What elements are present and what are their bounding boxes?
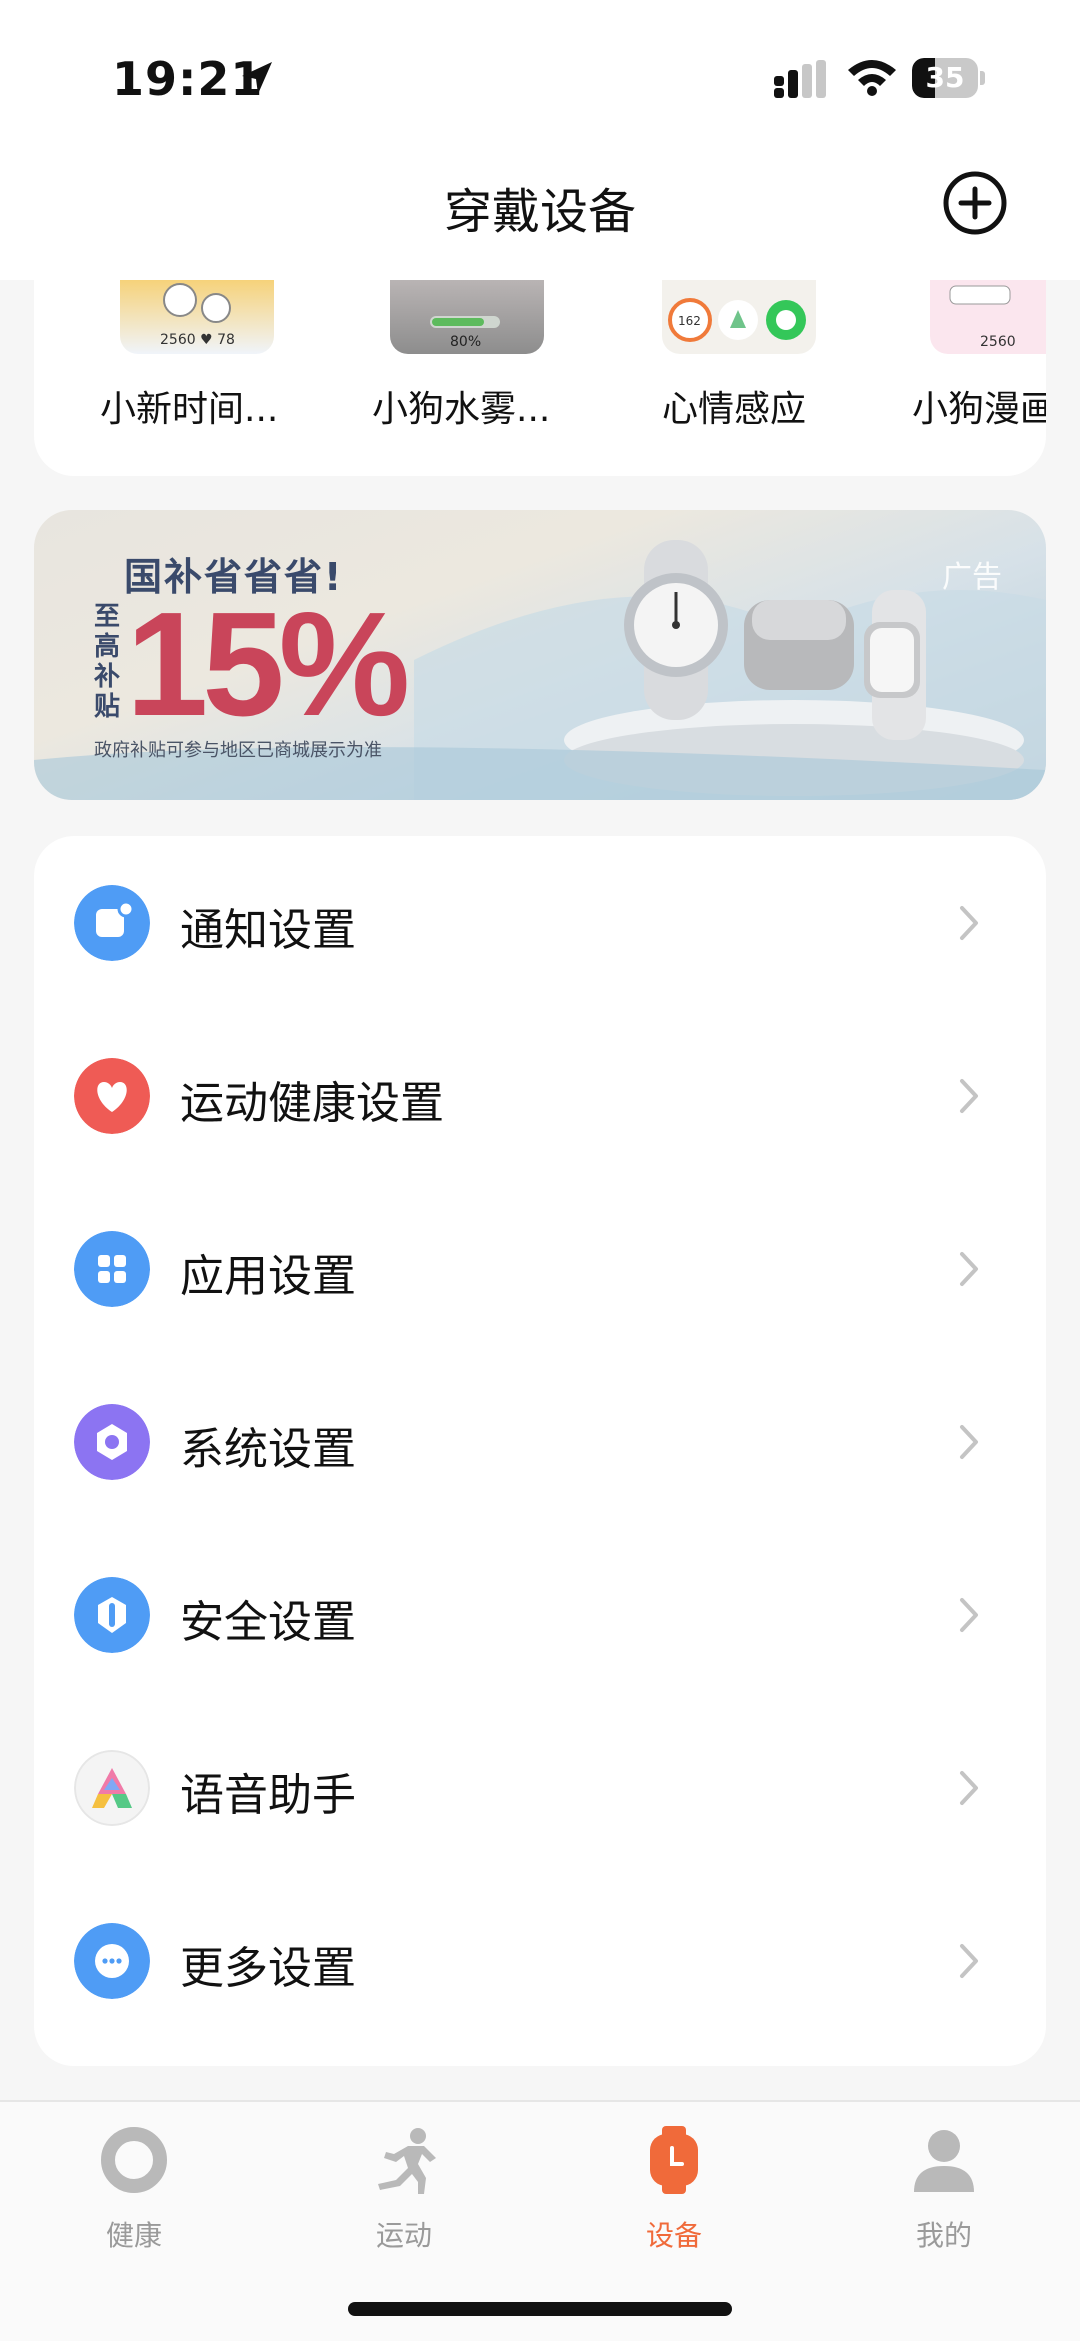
- product-watch-earbuds-image: [624, 540, 926, 740]
- chevron-right-icon: [960, 1598, 978, 1632]
- apps-grid-icon: [74, 1231, 150, 1307]
- settings-item-sport-health[interactable]: 运动健康设置: [34, 1009, 1046, 1182]
- tab-health[interactable]: 健康: [54, 2124, 214, 2254]
- health-ring-icon: [101, 2127, 167, 2193]
- watch-face-thumbnail[interactable]: 162: [662, 280, 816, 354]
- watch-face-thumbnail[interactable]: 80%: [390, 280, 544, 354]
- location-arrow-icon: [242, 62, 272, 94]
- settings-item-label: 更多设置: [180, 1943, 356, 1994]
- watch-face-label[interactable]: 小新时间...: [100, 380, 278, 432]
- settings-item-label: 应用设置: [180, 1251, 356, 1302]
- tab-label: 设备: [645, 2219, 702, 2252]
- chevron-right-icon: [960, 1079, 978, 1113]
- watch-face-preview: 2560 ♥ 78: [160, 283, 235, 348]
- settings-item-system[interactable]: 系统设置: [34, 1355, 1046, 1528]
- running-icon: [378, 2128, 436, 2194]
- system-gear-icon: [74, 1404, 150, 1480]
- page-header: 穿戴设备: [0, 150, 1080, 280]
- tab-profile[interactable]: 我的: [864, 2124, 1024, 2254]
- ad-tag: 广告: [942, 560, 1002, 595]
- settings-item-more[interactable]: 更多设置: [34, 1874, 1046, 2047]
- watch-face-preview: 162: [668, 298, 806, 342]
- settings-item-label: 语音助手: [180, 1770, 356, 1821]
- tab-sport[interactable]: 运动: [324, 2124, 484, 2254]
- tab-label: 健康: [105, 2219, 162, 2252]
- banner-side-text: 至高补贴: [94, 602, 121, 722]
- wifi-icon: [848, 60, 896, 96]
- watch-face-label[interactable]: 心情感应: [662, 380, 806, 432]
- face-thumb-text: 80%: [450, 334, 481, 350]
- settings-item-label: 运动健康设置: [180, 1078, 444, 1129]
- settings-item-apps[interactable]: 应用设置: [34, 1182, 1046, 1355]
- settings-item-notification[interactable]: 通知设置: [34, 836, 1046, 1009]
- watch-icon: [650, 2126, 698, 2194]
- watch-face-preview: 2560: [949, 285, 1016, 350]
- page-title: 穿戴设备: [443, 184, 636, 240]
- heart-icon: [74, 1058, 150, 1134]
- promo-banner[interactable]: 国补省省省! 至高补贴 15% 政府补贴可参与地区已商城展示为准 广告: [34, 510, 1046, 800]
- face-thumb-text: 2560: [980, 334, 1016, 350]
- settings-item-label: 安全设置: [180, 1597, 356, 1648]
- add-device-button[interactable]: [942, 170, 1008, 236]
- tab-device[interactable]: 设备: [594, 2124, 754, 2254]
- chevron-right-icon: [960, 1425, 978, 1459]
- battery-indicator: 35: [912, 56, 985, 100]
- battery-percent: 35: [925, 61, 965, 94]
- voice-assistant-icon: [74, 1750, 150, 1826]
- chevron-right-icon: [960, 1771, 978, 1805]
- more-dots-icon: [74, 1923, 150, 1999]
- face-thumb-text: 162: [678, 314, 701, 328]
- banner-percent: 15%: [126, 582, 410, 747]
- face-thumb-text: 2560 ♥ 78: [160, 332, 235, 348]
- banner-note: 政府补贴可参与地区已商城展示为准: [94, 740, 382, 761]
- chevron-right-icon: [960, 906, 978, 940]
- watch-face-thumbnail[interactable]: 2560 ♥ 78: [120, 280, 274, 354]
- notification-icon: [74, 885, 150, 961]
- watch-face-label[interactable]: 小狗水雾...: [372, 380, 550, 432]
- cellular-signal-icon: [774, 60, 826, 98]
- home-indicator[interactable]: [348, 2302, 732, 2316]
- profile-icon: [914, 2130, 974, 2192]
- watch-face-preview: 80%: [430, 316, 500, 350]
- watch-face-thumbnail[interactable]: 2560: [930, 280, 1046, 354]
- chevron-right-icon: [960, 1944, 978, 1978]
- status-bar: 19:21 35: [0, 0, 1080, 150]
- shield-icon: [74, 1577, 150, 1653]
- tab-label: 运动: [375, 2219, 432, 2252]
- watch-face-label[interactable]: 小狗漫画: [912, 380, 1046, 432]
- chevron-right-icon: [960, 1252, 978, 1286]
- settings-item-label: 系统设置: [180, 1424, 356, 1475]
- watch-face-carousel[interactable]: 2560 ♥ 78 小新时间... 80% 小狗水雾... 162 心情感应 2…: [34, 280, 1046, 476]
- settings-item-security[interactable]: 安全设置: [34, 1528, 1046, 1701]
- tab-label: 我的: [915, 2219, 972, 2252]
- settings-list: 通知设置 运动健康设置 应用设置 系统设置 安全设置 语音助手 更多设置: [34, 836, 1046, 2066]
- settings-item-label: 通知设置: [180, 905, 356, 956]
- settings-item-voice-assistant[interactable]: 语音助手: [34, 1701, 1046, 1874]
